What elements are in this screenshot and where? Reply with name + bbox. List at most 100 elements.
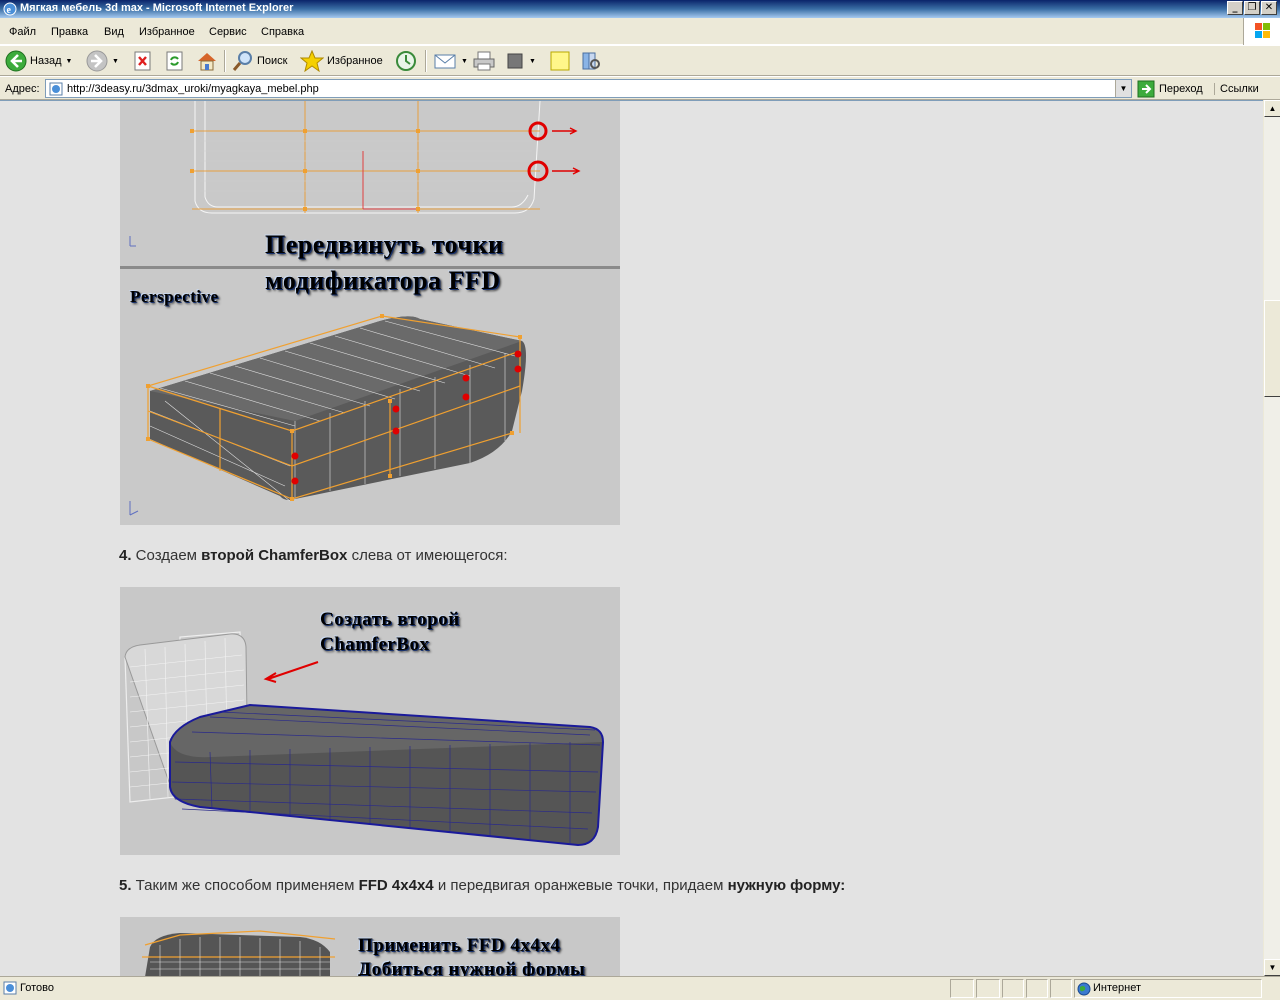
- zone-text: Интернет: [1093, 982, 1141, 994]
- status-cell: [950, 979, 974, 998]
- toolbar: Назад ▼ ▼ Поиск Избранное ▼ ▼: [0, 45, 1280, 76]
- toolbar-separator: [224, 50, 226, 72]
- research-button[interactable]: [580, 49, 602, 73]
- refresh-icon: [166, 51, 183, 71]
- chevron-down-icon[interactable]: ▼: [1115, 80, 1131, 97]
- back-label: Назад: [30, 55, 62, 67]
- menu-file[interactable]: Файл: [9, 26, 36, 38]
- menu-bar: Файл Правка Вид Избранное Сервис Справка: [0, 18, 1280, 45]
- discuss-button[interactable]: [549, 49, 571, 73]
- ffd-points-image: Передвинуть точки модификатора FFD Persp…: [120, 101, 620, 525]
- step-5-bold-2: нужную форму:: [727, 877, 846, 894]
- forward-button[interactable]: ▼: [86, 49, 119, 73]
- home-button[interactable]: [195, 49, 219, 73]
- forward-arrow-icon: [86, 50, 108, 72]
- stop-icon: [134, 51, 151, 71]
- printer-icon: [473, 51, 495, 71]
- step-5-text-b: и передвигая оранжевые точки, придаем: [433, 877, 728, 894]
- search-label: Поиск: [257, 55, 288, 67]
- history-icon: [396, 51, 416, 71]
- globe-icon: [1077, 982, 1091, 996]
- refresh-button[interactable]: [165, 49, 185, 73]
- back-arrow-icon: [5, 50, 27, 72]
- favorites-button[interactable]: Избранное: [300, 49, 383, 73]
- status-cell: [1050, 979, 1072, 998]
- page-icon: [49, 82, 63, 96]
- scroll-up-button[interactable]: ▲: [1264, 100, 1280, 117]
- caption-line1: Передвинуть точки: [265, 230, 503, 259]
- caption-line1: Применить FFD 4x4x4: [358, 935, 560, 956]
- ffd-illustration: Передвинуть точки модификатора FFD Persp…: [120, 101, 620, 525]
- svg-text:e: e: [7, 5, 12, 16]
- close-button[interactable]: ✕: [1261, 1, 1277, 15]
- print-button[interactable]: [472, 49, 496, 73]
- title-bar: e Мягкая мебель 3d max - Microsoft Inter…: [0, 0, 1280, 18]
- caption-line2: модификатора FFD: [265, 266, 501, 295]
- go-arrow-icon: [1137, 80, 1155, 98]
- step-5-bold-1: FFD 4x4x4: [358, 877, 434, 894]
- menu-tools[interactable]: Сервис: [209, 26, 247, 38]
- star-icon: [300, 50, 324, 72]
- go-button[interactable]: Переход: [1137, 79, 1203, 99]
- ie-logo-icon: e: [3, 2, 17, 16]
- step-4-paragraph: 4. Создаем второй ChamferBox слева от им…: [119, 547, 508, 564]
- chevron-down-icon[interactable]: ▼: [112, 58, 119, 65]
- address-bar: Адрес: http://3deasy.ru/3dmax_uroki/myag…: [0, 76, 1280, 100]
- status-cell: [976, 979, 1000, 998]
- note-icon: [550, 51, 570, 71]
- step-5-number: 5.: [119, 877, 132, 894]
- address-input[interactable]: http://3deasy.ru/3dmax_uroki/myagkaya_me…: [45, 79, 1132, 98]
- status-cell: [1002, 979, 1024, 998]
- status-bar: Готово Интернет: [0, 976, 1280, 1000]
- caption-line2: ChamferBox: [320, 634, 429, 655]
- edit-button[interactable]: ▼: [505, 49, 536, 73]
- maximize-button[interactable]: ❐: [1244, 1, 1260, 15]
- go-label: Переход: [1159, 83, 1203, 95]
- caption-line2: Добиться нужной формы: [358, 959, 585, 976]
- menu-favorites[interactable]: Избранное: [139, 26, 195, 38]
- windows-logo-icon: [1243, 18, 1280, 45]
- page-icon: [3, 981, 17, 995]
- step-4-text-b: слева от имеющегося:: [347, 547, 508, 564]
- toolbar-separator: [425, 50, 427, 72]
- search-icon: [232, 51, 252, 71]
- minimize-button[interactable]: _: [1227, 1, 1243, 15]
- history-button[interactable]: [394, 49, 418, 73]
- research-icon: [582, 52, 600, 70]
- back-button[interactable]: Назад ▼: [5, 49, 72, 73]
- address-label: Адрес:: [5, 83, 40, 95]
- second-chamferbox-image: Создать второй ChamferBox: [120, 587, 620, 855]
- scroll-thumb[interactable]: [1264, 300, 1280, 397]
- step-5-paragraph: 5. Таким же способом применяем FFD 4x4x4…: [119, 877, 845, 894]
- ffd-444-image: Применить FFD 4x4x4 Добиться нужной форм…: [120, 917, 620, 976]
- caption-line1: Создать второй: [320, 609, 460, 630]
- chamferbox-illustration: Создать второй ChamferBox: [120, 587, 620, 855]
- step-4-bold: второй ChamferBox: [201, 547, 348, 564]
- chevron-down-icon[interactable]: ▼: [461, 58, 468, 65]
- edit-icon: [507, 53, 523, 69]
- chevron-down-icon[interactable]: ▼: [529, 58, 536, 65]
- search-button[interactable]: Поиск: [232, 49, 287, 73]
- viewport-label: Perspective: [130, 287, 219, 306]
- page-content: Передвинуть точки модификатора FFD Persp…: [0, 100, 1263, 976]
- chevron-down-icon[interactable]: ▼: [66, 58, 73, 65]
- window-title: Мягкая мебель 3d max - Microsoft Interne…: [20, 2, 294, 14]
- address-url: http://3deasy.ru/3dmax_uroki/myagkaya_me…: [67, 83, 319, 95]
- stop-button[interactable]: [133, 49, 153, 73]
- status-cell: [1026, 979, 1048, 998]
- mail-button[interactable]: ▼: [433, 49, 468, 73]
- links-button[interactable]: Ссылки: [1214, 83, 1259, 95]
- favorites-label: Избранное: [327, 55, 383, 67]
- home-icon: [198, 53, 216, 71]
- step-5-text-a: Таким же способом применяем: [131, 877, 359, 894]
- ffd-444-illustration: Применить FFD 4x4x4 Добиться нужной форм…: [120, 917, 620, 976]
- menu-edit[interactable]: Правка: [51, 26, 88, 38]
- menu-view[interactable]: Вид: [104, 26, 124, 38]
- menu-help[interactable]: Справка: [261, 26, 304, 38]
- step-4-text-a: Создаем: [131, 547, 202, 564]
- vertical-scrollbar[interactable]: ▲ ▼: [1263, 100, 1280, 976]
- step-4-number: 4.: [119, 547, 132, 564]
- status-text: Готово: [20, 982, 54, 994]
- mail-icon: [434, 54, 456, 69]
- scroll-down-button[interactable]: ▼: [1264, 959, 1280, 976]
